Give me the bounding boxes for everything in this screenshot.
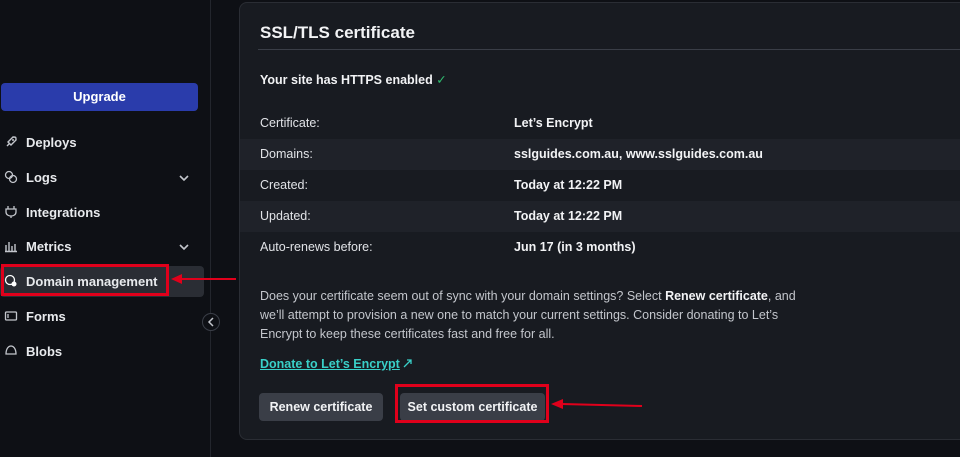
- annotation-arrow: [561, 403, 643, 407]
- annotation-arrows: [171, 274, 643, 409]
- annotation-arrowhead: [171, 274, 182, 284]
- annotation-arrowhead: [551, 399, 563, 409]
